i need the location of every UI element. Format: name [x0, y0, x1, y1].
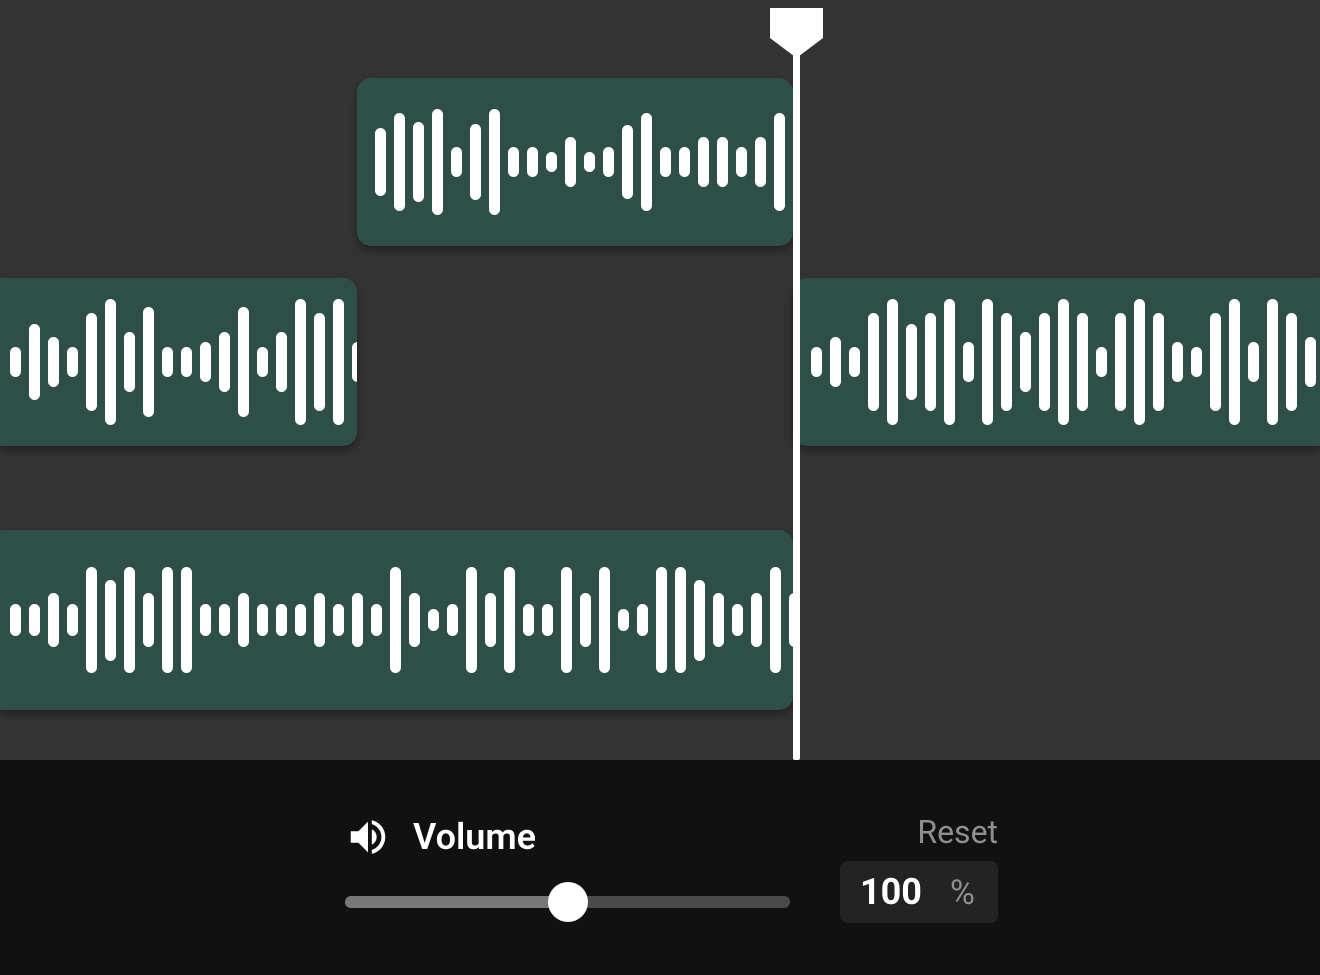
audio-clip[interactable] [357, 78, 793, 246]
audio-clip[interactable] [0, 278, 357, 446]
volume-header: Volume [345, 814, 790, 860]
waveform [10, 530, 775, 710]
reset-button[interactable]: Reset [917, 813, 998, 851]
waveform [375, 78, 775, 246]
playhead-line[interactable] [793, 8, 800, 760]
volume-value-box[interactable]: 100 % [840, 861, 998, 923]
volume-section: Volume [345, 814, 790, 922]
volume-control-bar: Volume Reset 100 % [0, 760, 1320, 975]
waveform [811, 278, 1320, 446]
waveform [10, 278, 339, 446]
volume-value: 100 [860, 871, 922, 913]
slider-fill [345, 896, 568, 908]
volume-slider[interactable] [345, 882, 790, 922]
volume-unit: % [950, 873, 975, 913]
volume-value-section: Reset 100 % [840, 813, 998, 923]
audio-clip[interactable] [793, 278, 1320, 446]
slider-thumb[interactable] [548, 882, 588, 922]
timeline-area[interactable] [0, 0, 1320, 760]
volume-icon [345, 814, 391, 860]
volume-label: Volume [413, 816, 536, 858]
audio-clip[interactable] [0, 530, 793, 710]
playhead-handle[interactable] [770, 8, 823, 58]
